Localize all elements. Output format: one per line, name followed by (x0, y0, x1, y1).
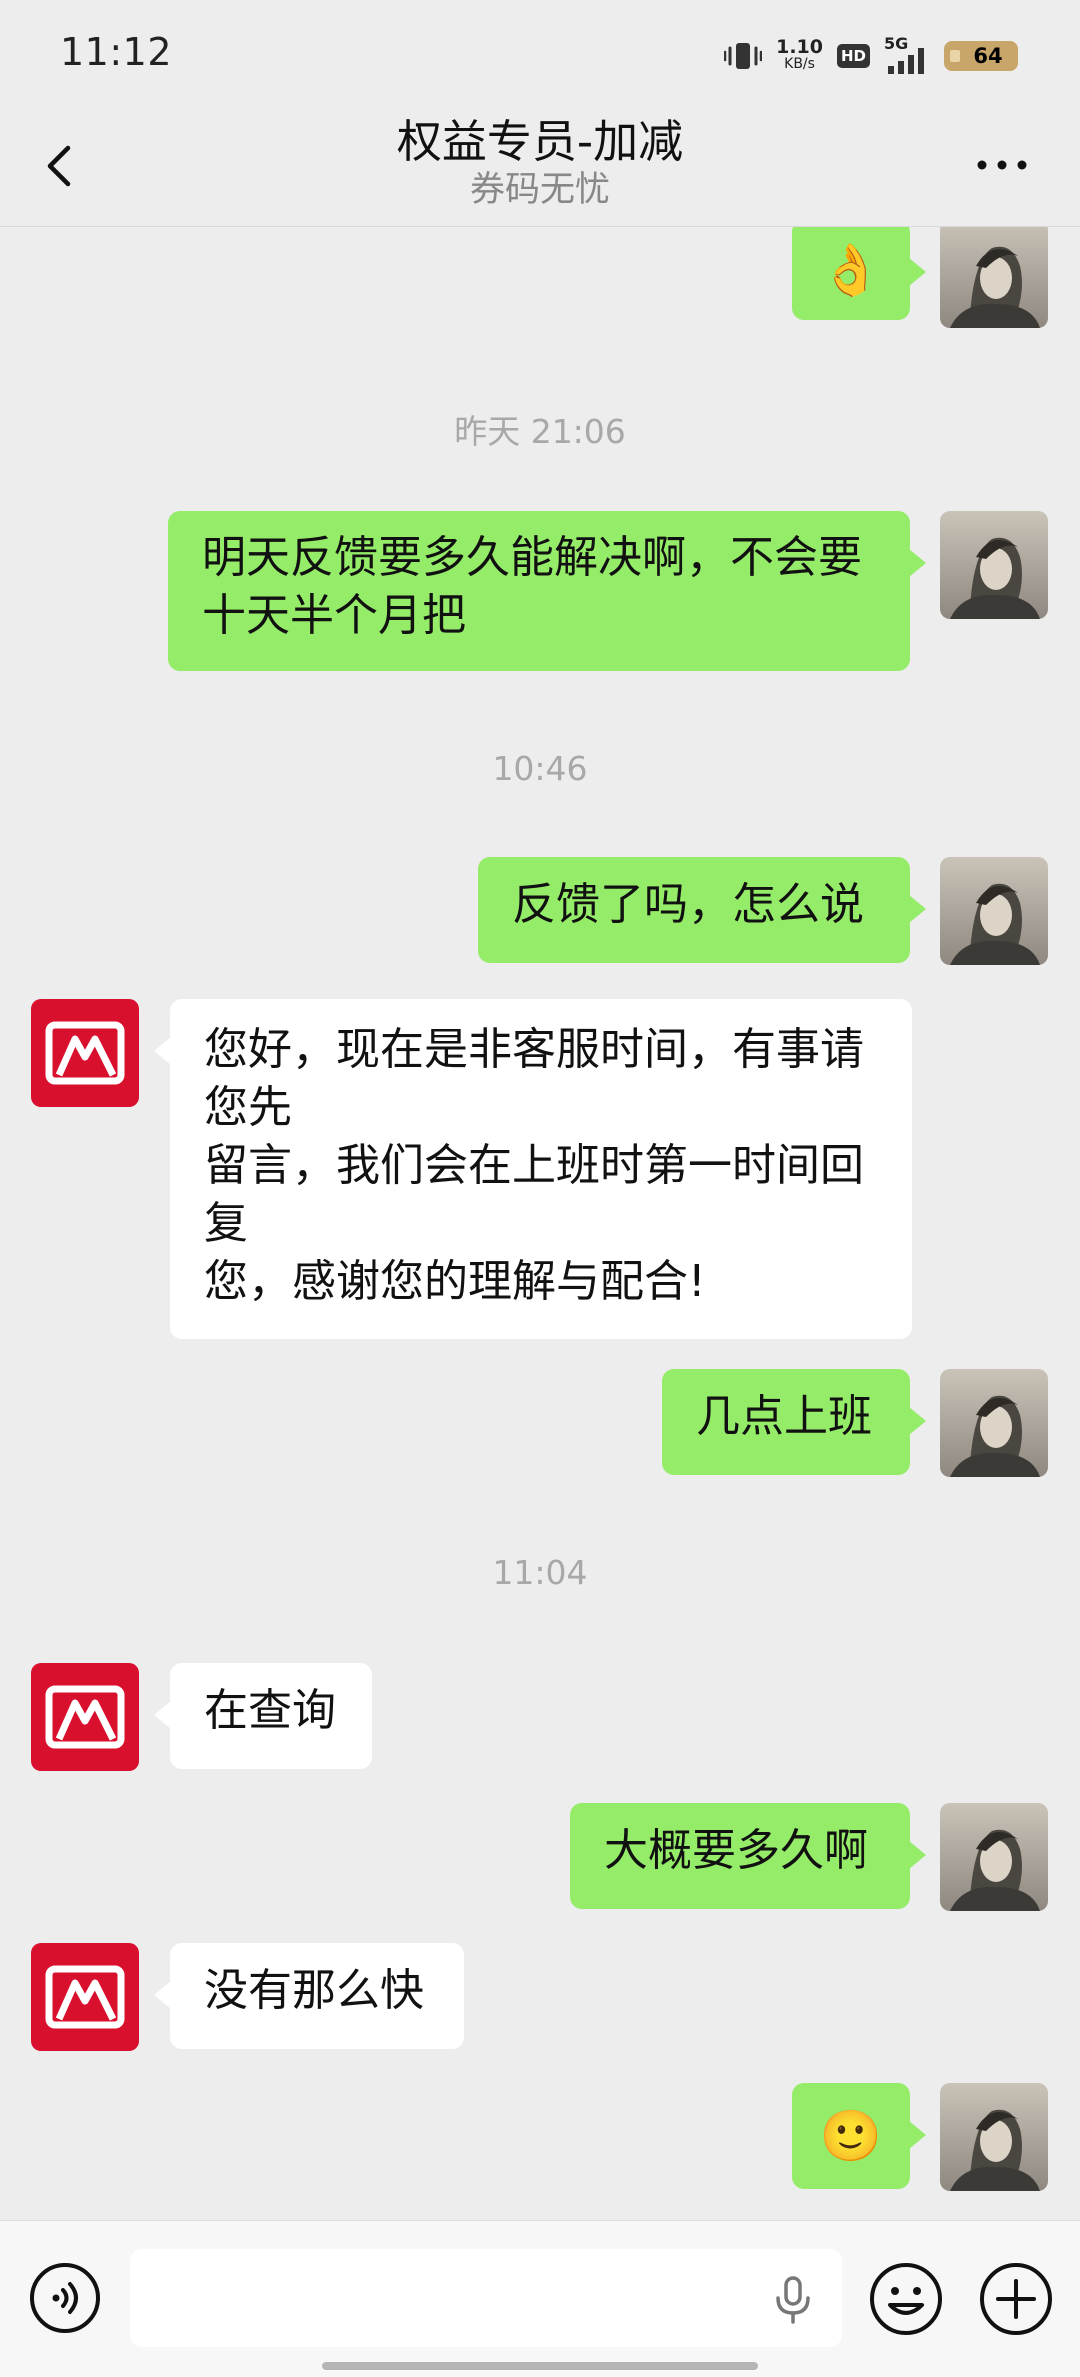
emoji-ok-hand: 👌 (819, 241, 883, 299)
user-avatar[interactable] (940, 857, 1048, 965)
voice-icon[interactable] (28, 2261, 102, 2335)
status-icons: 1.10 KB/s HD 5G 64 (724, 34, 1018, 78)
message-bubble-incoming[interactable]: 在查询 (154, 1663, 372, 1769)
chat-subtitle: 券码无忧 (469, 170, 610, 210)
agent-avatar[interactable] (31, 1663, 139, 1771)
home-indicator[interactable] (322, 2362, 758, 2370)
message-bubble-outgoing[interactable]: 明天反馈要多久能解决啊，不会要 十天半个月把 (168, 511, 926, 671)
user-avatar[interactable] (940, 2083, 1048, 2191)
message-bubble-outgoing[interactable]: 🙂 (792, 2083, 926, 2189)
agent-avatar[interactable] (31, 999, 139, 1107)
message-timestamp: 10:46 (492, 749, 588, 788)
vibrate-icon (724, 43, 763, 69)
message-bubble-outgoing[interactable]: 反馈了吗，怎么说 (478, 857, 926, 963)
network-speed-unit: KB/s (784, 56, 815, 72)
message-bubble-incoming[interactable]: 没有那么快 (154, 1943, 464, 2049)
battery-level: 64 (973, 44, 1003, 68)
status-bar: 11:12 1.10 KB/s HD 5G 64 (0, 0, 1080, 112)
plus-icon[interactable] (978, 2261, 1054, 2337)
signal-icon: 5G (884, 36, 930, 76)
message-bubble-outgoing[interactable]: 大概要多久啊 (570, 1803, 926, 1909)
message-timestamp: 昨天 21:06 (454, 412, 626, 451)
microphone-icon[interactable] (772, 2275, 814, 2325)
user-avatar[interactable] (940, 1369, 1048, 1477)
chat-header: 权益专员-加减 券码无忧 (0, 112, 1080, 227)
user-avatar[interactable] (940, 1803, 1048, 1911)
agent-avatar[interactable] (31, 1943, 139, 2051)
chat-area[interactable]: 👌 昨天 21:06 明天反馈要多久能解决啊，不会要 十天半个月把 10:46 … (0, 227, 1080, 2220)
hd-badge: HD (836, 44, 870, 68)
chat-title: 权益专员-加减 (396, 115, 684, 168)
message-input[interactable] (130, 2249, 842, 2347)
user-avatar[interactable] (940, 511, 1048, 619)
message-timestamp: 11:04 (492, 1553, 588, 1592)
message-bubble-outgoing[interactable]: 几点上班 (662, 1369, 926, 1475)
user-avatar[interactable] (940, 227, 1048, 328)
battery-icon: 64 (944, 41, 1018, 71)
network-speed-value: 1.10 (776, 36, 823, 58)
message-bubble-incoming[interactable]: 您好，现在是非客服时间，有事请 您先 留言，我们会在上班时第一时间回 复 您，感… (154, 999, 912, 1339)
message-bubble-outgoing[interactable]: 👌 (792, 227, 926, 320)
input-bar (0, 2220, 1080, 2377)
network-speed: 1.10 KB/s (776, 36, 823, 73)
more-icon[interactable] (974, 150, 1030, 180)
status-time: 11:12 (60, 30, 173, 74)
emoji-icon[interactable] (868, 2261, 944, 2337)
emoji-smile: 🙂 (819, 2107, 883, 2165)
